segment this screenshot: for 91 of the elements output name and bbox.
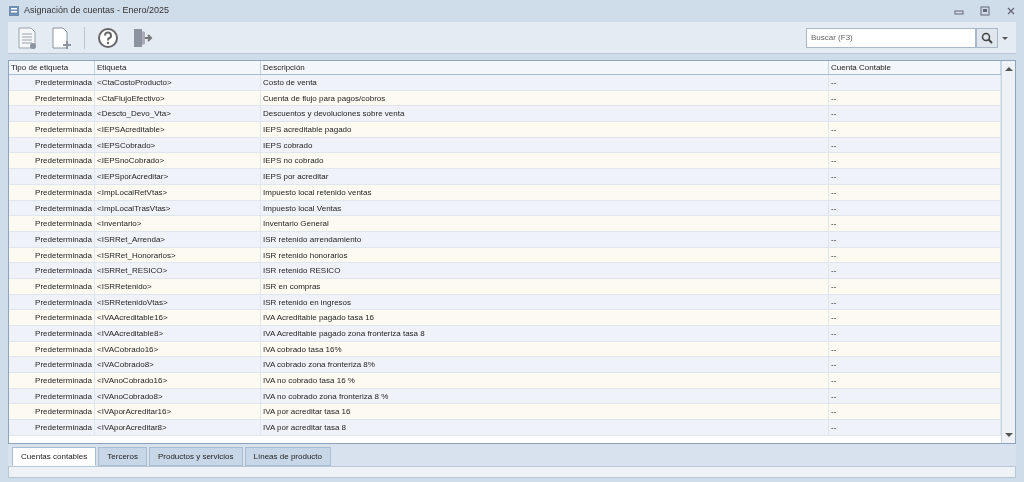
- table-cell: <ISRRet_Arrenda>: [95, 231, 261, 247]
- tab[interactable]: Productos y servicios: [148, 447, 243, 466]
- table-cell: Impuesto local Ventas: [261, 200, 829, 216]
- table-cell: Predeterminada: [9, 388, 95, 404]
- table-cell: <IVAnoCobrado8>: [95, 388, 261, 404]
- table-cell: IVA por acreditar tasa 16: [261, 404, 829, 420]
- table-cell: Predeterminada: [9, 373, 95, 388]
- table-cell: Predeterminada: [9, 263, 95, 278]
- help-icon[interactable]: [97, 26, 119, 49]
- table-cell: IVA Acreditable pagado zona fronteriza tasa 8: [261, 326, 829, 341]
- table-cell: IVA por acreditar tasa 8: [261, 420, 829, 435]
- table-cell: IVA Acreditable pagado tasa 16: [261, 310, 829, 325]
- search-icon: [981, 31, 993, 44]
- table-cell: <ISRRetenidoVtas>: [95, 294, 261, 310]
- table-cell: <IVAAcreditable16>: [95, 310, 261, 325]
- table-cell: <ISRRet_RESICO>: [95, 263, 261, 278]
- tab[interactable]: Terceros: [98, 447, 147, 466]
- tab[interactable]: Cuentas contables: [12, 447, 97, 466]
- table-cell: <Descto_Devo_Vta>: [95, 106, 261, 122]
- table-cell: Predeterminada: [9, 153, 95, 169]
- table-cell: Predeterminada: [9, 184, 95, 200]
- table-cell: Predeterminada: [9, 310, 95, 325]
- table-cell: Predeterminada: [9, 231, 95, 247]
- column-header[interactable]: Tipo de etiqueta: [9, 61, 95, 74]
- table-cell: <IVACobrado8>: [95, 357, 261, 373]
- document-list-icon[interactable]: [16, 25, 38, 50]
- maximize-icon[interactable]: [980, 6, 990, 16]
- table-cell: IEPS acreditable pagado: [261, 122, 829, 137]
- table-cell: Predeterminada: [9, 216, 95, 231]
- table-cell: Predeterminada: [9, 90, 95, 106]
- exit-door-icon[interactable]: [131, 26, 153, 49]
- table-cell: IVA no cobrado zona fronteriza 8 %: [261, 388, 829, 404]
- table-cell: Descuentos y devoluciones sobre venta: [261, 106, 829, 122]
- table-cell: Predeterminada: [9, 247, 95, 263]
- search-button[interactable]: [976, 27, 998, 48]
- table-cell: Inventario General: [261, 216, 829, 231]
- table-cell: Costo de venta: [261, 75, 829, 90]
- table-cell: Predeterminada: [9, 122, 95, 137]
- table-cell: ISR retenido en ingresos: [261, 294, 829, 310]
- table-cell: <ImpLocalTrasVtas>: [95, 200, 261, 216]
- table-cell: ISR en compras: [261, 278, 829, 294]
- table-cell: Predeterminada: [9, 294, 95, 310]
- table-cell: <IEPSCobrado>: [95, 137, 261, 153]
- table-cell: IVA cobrado zona fronteriza 8%: [261, 357, 829, 373]
- table-cell: <IVAporAcreditar16>: [95, 404, 261, 420]
- table-cell: Predeterminada: [9, 137, 95, 153]
- close-icon[interactable]: [1006, 6, 1016, 16]
- table-cell: Predeterminada: [9, 200, 95, 216]
- table-cell: <ISRRet_Honorarios>: [95, 247, 261, 263]
- table-cell: Predeterminada: [9, 404, 95, 420]
- window-icon: [8, 5, 20, 17]
- table-cell: Predeterminada: [9, 326, 95, 341]
- table-cell: <IEPSAcreditable>: [95, 122, 261, 137]
- scroll-down-icon[interactable]: [1004, 431, 1013, 439]
- table-cell: <Inventario>: [95, 216, 261, 231]
- table-cell: <CtaFlujoEfectivo>: [95, 90, 261, 106]
- search-field[interactable]: Buscar (F3): [806, 27, 976, 48]
- table-cell: IEPS por acreditar: [261, 169, 829, 184]
- window-title: Asignación de cuentas - Enero/2025: [24, 4, 170, 18]
- table-cell: IVA cobrado tasa 16%: [261, 341, 829, 357]
- table-cell: <IVACobrado16>: [95, 341, 261, 357]
- table-cell: IEPS no cobrado: [261, 153, 829, 169]
- table-cell: Predeterminada: [9, 341, 95, 357]
- table-cell: <CtaCostoProducto>: [95, 75, 261, 90]
- table-cell: Predeterminada: [9, 106, 95, 122]
- table-cell: Predeterminada: [9, 169, 95, 184]
- scroll-up-icon[interactable]: [1004, 65, 1013, 73]
- table-cell: Impuesto local retenido ventas: [261, 184, 829, 200]
- table-cell: <IVAnoCobrado16>: [95, 373, 261, 388]
- dropdown-caret-icon[interactable]: [1002, 34, 1008, 41]
- table-cell: ISR retenido arrendamiento: [261, 231, 829, 247]
- tab[interactable]: Líneas de producto: [244, 447, 332, 466]
- table-cell: Predeterminada: [9, 420, 95, 435]
- column-header[interactable]: Descripción: [261, 61, 829, 74]
- table-cell: <IEPSporAcreditar>: [95, 169, 261, 184]
- table-cell: <IVAAcreditable8>: [95, 326, 261, 341]
- table-cell: Predeterminada: [9, 278, 95, 294]
- table-cell: ISR retenido honorarios: [261, 247, 829, 263]
- table-cell: ISR retenido RESICO: [261, 263, 829, 278]
- new-document-icon[interactable]: [50, 25, 72, 50]
- table-cell: <IEPSnoCobrado>: [95, 153, 261, 169]
- table-cell: <ISRRetenido>: [95, 278, 261, 294]
- table-cell: IVA no cobrado tasa 16 %: [261, 373, 829, 388]
- table-cell: IEPS cobrado: [261, 137, 829, 153]
- column-header[interactable]: Etiqueta: [95, 61, 261, 74]
- table-cell: Predeterminada: [9, 357, 95, 373]
- table-cell: <ImpLocalRetVtas>: [95, 184, 261, 200]
- table-cell: <IVAporAcreditar8>: [95, 420, 261, 435]
- table-cell: Predeterminada: [9, 75, 95, 90]
- table-cell: Cuenta de flujo para pagos/cobros: [261, 90, 829, 106]
- scrollbar[interactable]: [1001, 61, 1015, 443]
